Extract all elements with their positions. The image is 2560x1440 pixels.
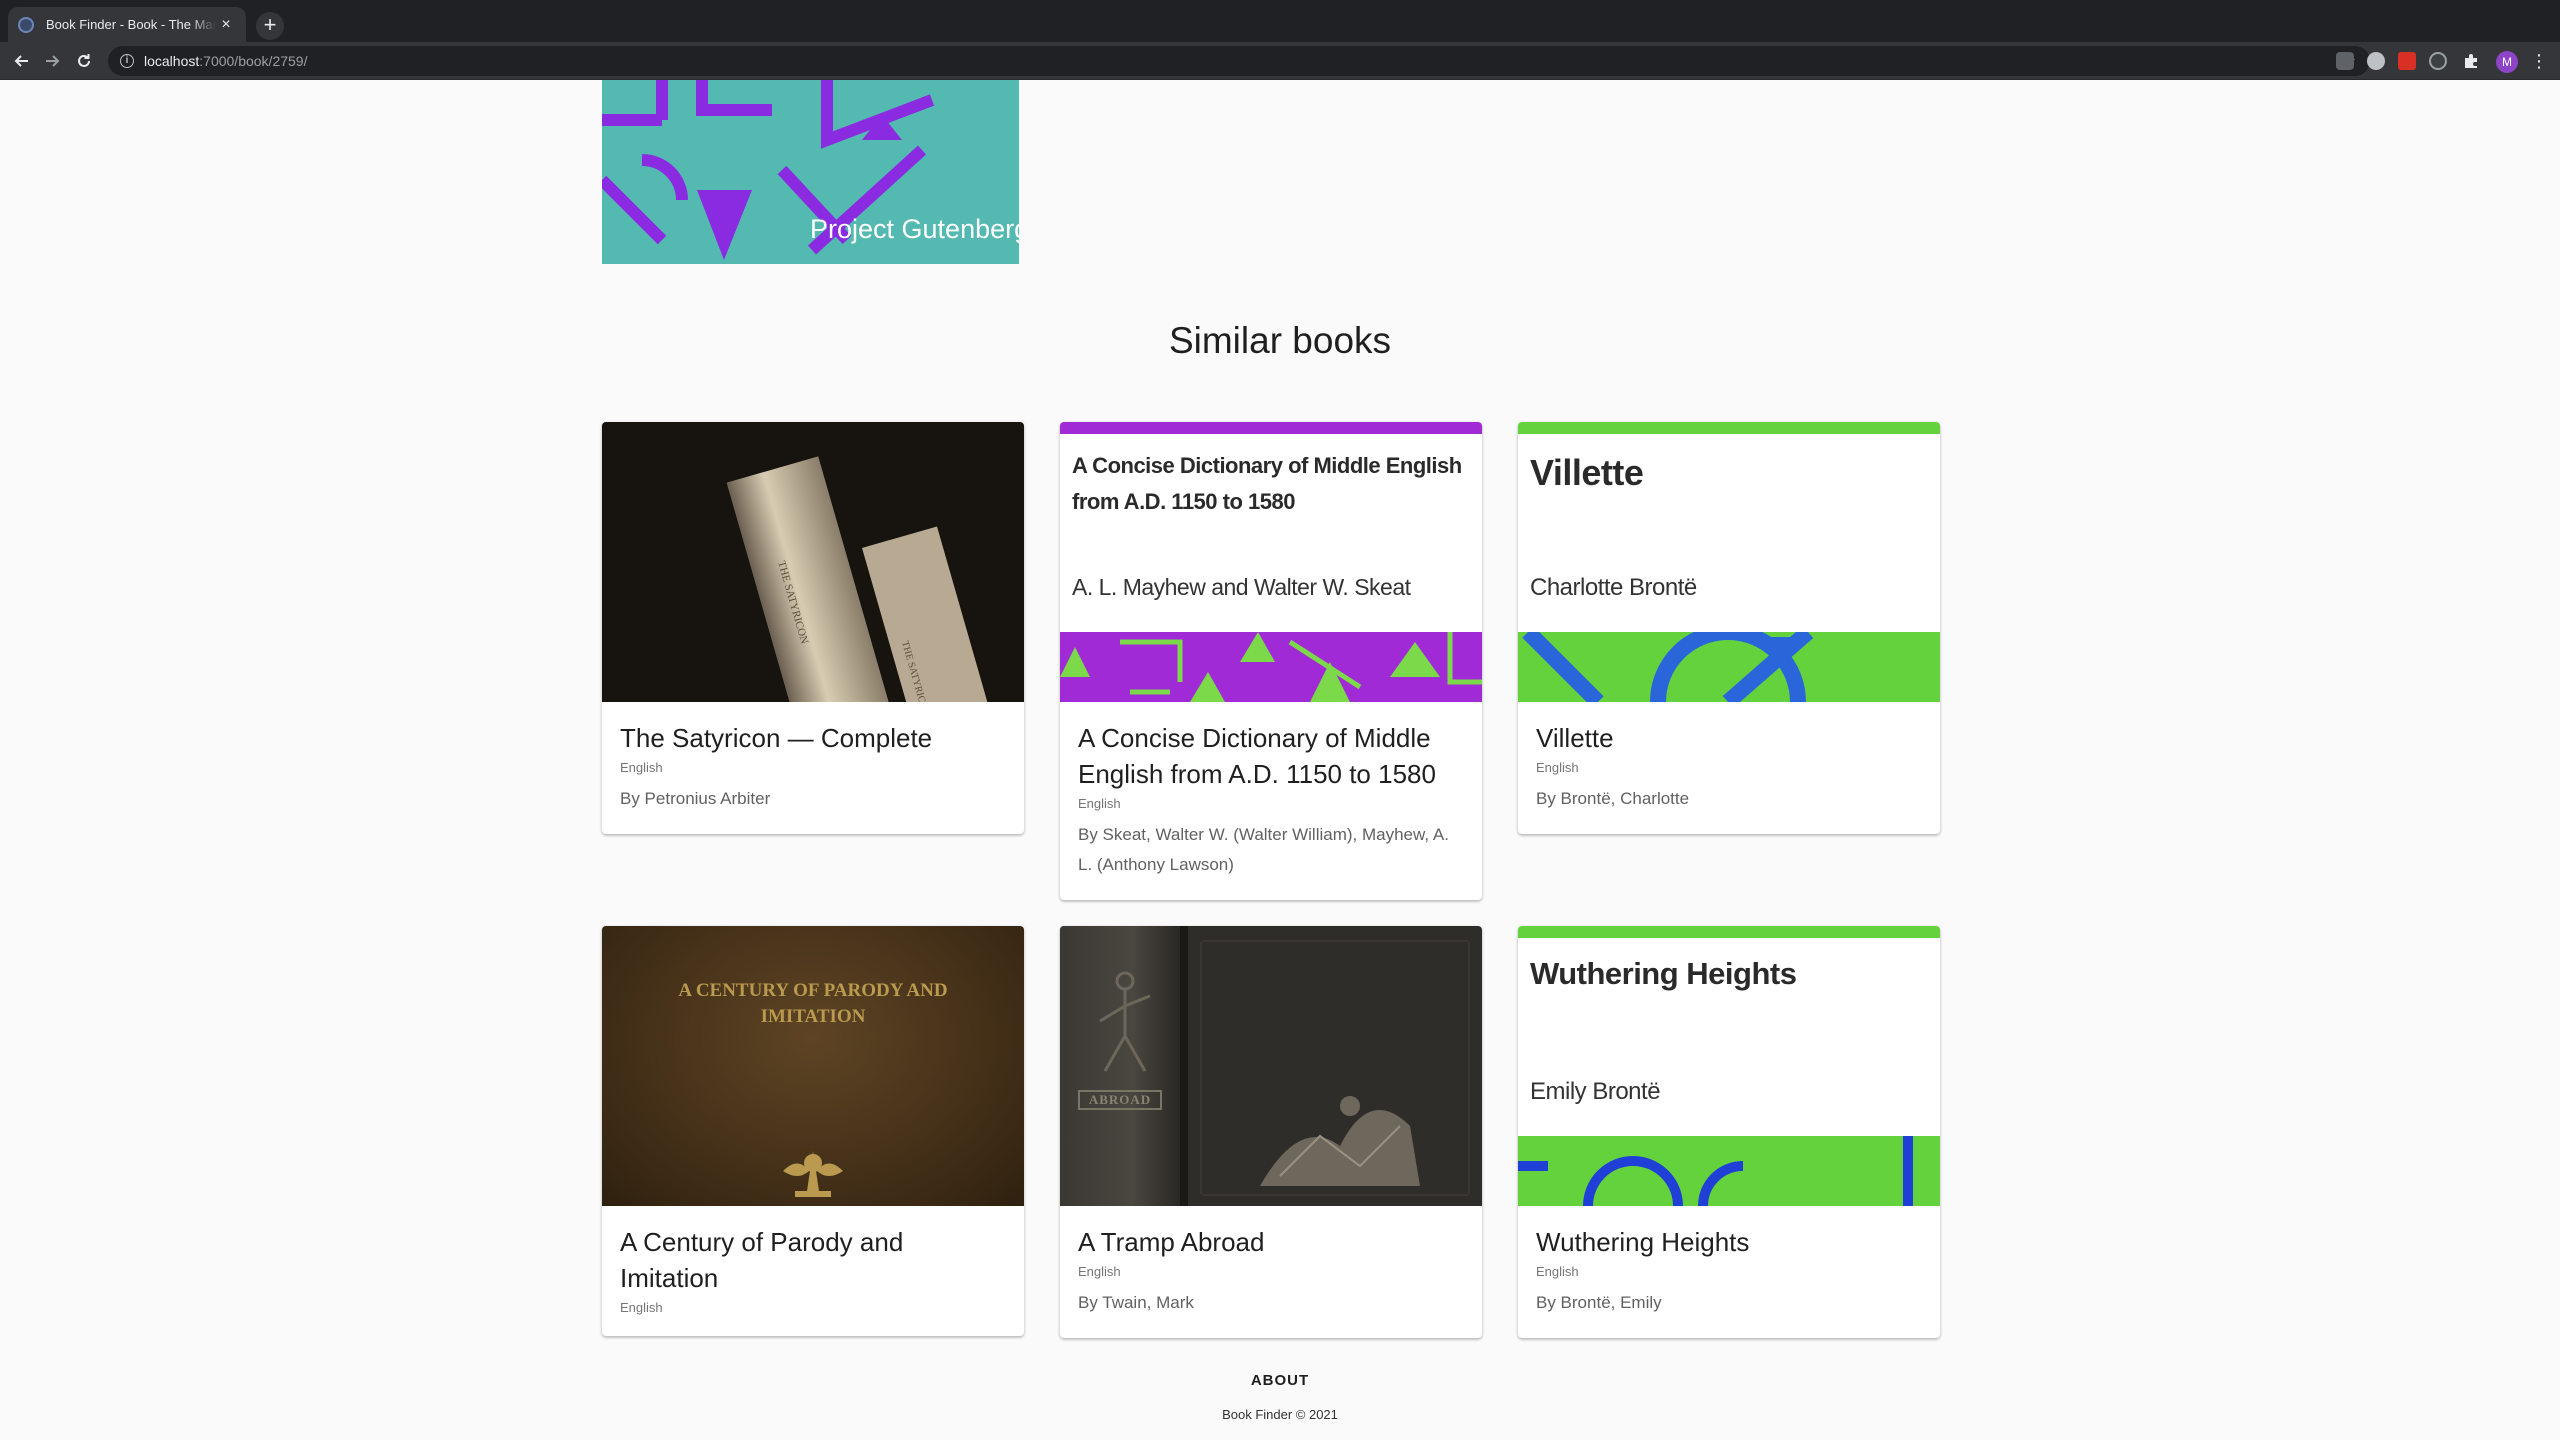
book-author: By Skeat, Walter W. (Walter William), Ma… [1078,825,1449,874]
tab-favicon-icon [18,16,34,33]
cover-title: A CENTURY OF PARODY AND IMITATION [678,980,948,1027]
cover-title: Villette [1530,452,1644,493]
spine-figure [1099,971,1151,1072]
cover-accent-bar [1518,422,1940,434]
site-info-icon[interactable]: i [120,54,134,68]
book-cover-image: ABROAD [1060,926,1482,1206]
book-language: English [1078,796,1121,811]
tab-close-icon[interactable]: × [216,16,236,34]
gutenberg-cover-art: Project Gutenberg [602,80,1019,264]
reload-icon [78,54,90,67]
book-author: By Petronius Arbiter [620,789,771,808]
book-title[interactable]: The Satyricon — Complete [620,720,1006,756]
url-path: :7000/book/2759/ [199,53,308,69]
cover-pattern [1518,1136,1940,1206]
url-host: localhost [144,53,200,69]
browser-tab[interactable]: Book Finder - Book - The Man × [8,7,246,42]
book-title[interactable]: Wuthering Heights [1536,1224,1922,1260]
book-card-villette[interactable]: Villette Charlotte Brontë Villette Engli… [1518,422,1940,834]
book-title[interactable]: A Concise Dictionary of Middle English f… [1078,720,1464,792]
about-link[interactable]: ABOUT [0,1372,2560,1389]
cover-illustration [1260,1096,1420,1186]
book-cover-image: Villette Charlotte Brontë [1518,422,1940,702]
pocket-extension-icon[interactable] [2336,52,2354,70]
reload-button[interactable] [70,47,98,75]
extensions-puzzle-icon[interactable] [2462,52,2480,70]
book-card-wuthering-heights[interactable]: Wuthering Heights Emily Brontë Wuthering… [1518,926,1940,1338]
profile-avatar[interactable]: M [2496,51,2518,73]
back-arrow-icon [14,55,28,67]
book-author: By Brontë, Emily [1536,1293,1662,1312]
back-button[interactable] [8,47,36,75]
book-card-satyricon[interactable]: THE SATYRICON THE SATYRICON The Satyrico… [602,422,1024,834]
extension-circle-icon[interactable] [2429,52,2447,70]
book-cover-image: THE SATYRICON THE SATYRICON [602,422,1024,702]
address-bar[interactable]: i localhost:7000/book/2759/ ☆ [108,46,2370,76]
book-language: English [620,760,663,775]
book-language: English [1536,1264,1579,1279]
forward-arrow-icon [46,55,60,67]
book-card-tramp-abroad[interactable]: ABROAD A Tramp Abroad English By Twain, … [1060,926,1482,1338]
book-title[interactable]: A Tramp Abroad [1078,1224,1464,1260]
cover-author: Emily Brontë [1530,1078,1661,1105]
extension-red-icon[interactable] [2398,52,2416,70]
browser-toolbar: i localhost:7000/book/2759/ ☆ M ⋮ [0,42,2560,80]
cover-ornament [783,1151,843,1197]
book-language: English [1536,760,1579,775]
cover-pattern [1518,632,1940,702]
cover-pattern [1060,632,1482,702]
spine-label: ABROAD [1078,1090,1162,1110]
browser-menu-icon[interactable]: ⋮ [2530,50,2548,72]
book-author: By Brontë, Charlotte [1536,789,1690,808]
cover-author: A. L. Mayhew and Walter W. Skeat [1072,574,1411,600]
book-title[interactable]: Villette [1536,720,1922,756]
book-card-century-of-parody[interactable]: A CENTURY OF PARODY AND IMITATION A Cent… [602,926,1024,1336]
book-title[interactable]: A Century of Parody and Imitation [620,1224,1006,1296]
cover-title: A Concise Dictionary of Middle English f… [1072,453,1462,514]
book-card-concise-dictionary[interactable]: A Concise Dictionary of Middle English f… [1060,422,1482,900]
copyright-text: Book Finder © 2021 [1222,1407,1338,1422]
book-language: English [620,1300,663,1315]
cover-author: Charlotte Brontë [1530,574,1697,601]
cover-accent-bar [1518,926,1940,938]
book-cover-image: Wuthering Heights Emily Brontë [1518,926,1940,1206]
extension-globe-icon[interactable] [2367,52,2385,70]
book-cover-image: A CENTURY OF PARODY AND IMITATION [602,926,1024,1206]
book-cover-image: Project Gutenberg [602,80,1019,264]
book-language: English [1078,1264,1121,1279]
cover-accent-bar [1060,422,1482,434]
new-tab-button[interactable]: + [256,12,284,40]
book-cover-image: A Concise Dictionary of Middle English f… [1060,422,1482,702]
browser-tabstrip: Book Finder - Book - The Man × + [0,0,2560,42]
cover-title: Wuthering Heights [1530,956,1797,991]
tab-title: Book Finder - Book - The Man [46,17,216,32]
svg-text:Project Gutenberg: Project Gutenberg [810,214,1019,244]
similar-books-heading: Similar books [1168,320,1392,361]
forward-button[interactable] [38,47,66,75]
book-author: By Twain, Mark [1078,1293,1194,1312]
